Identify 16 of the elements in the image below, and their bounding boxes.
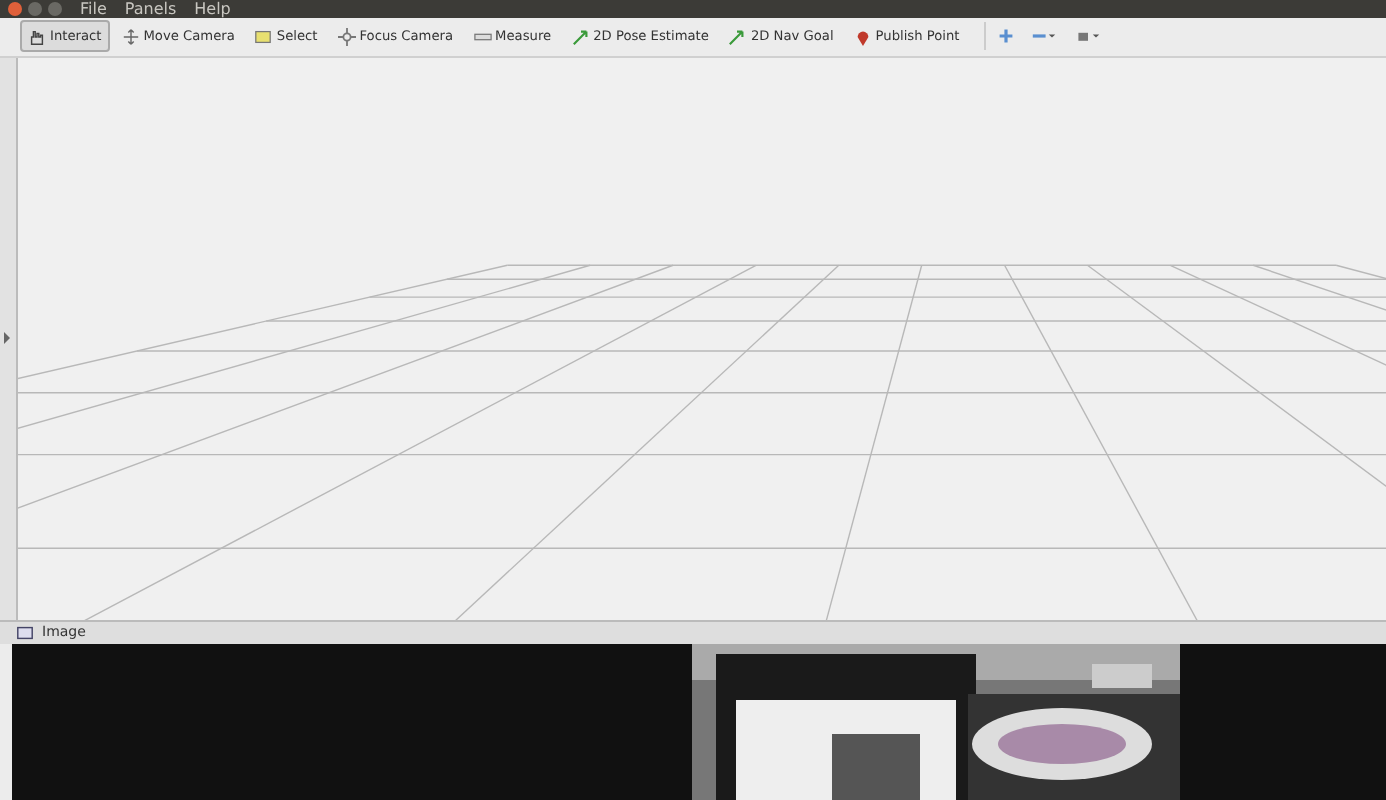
menu-item[interactable]: Help [194,0,231,18]
menu-item[interactable]: File [80,0,107,18]
move-icon [121,27,140,46]
selection-icon [254,27,273,46]
dock-handle[interactable] [0,57,18,620]
crosshair-icon [337,27,356,46]
menu-item[interactable]: Panels [124,0,177,18]
arrow-icon [728,27,747,46]
camera-dropdown-icon[interactable] [1073,28,1102,45]
close-button[interactable] [8,2,22,16]
minimize-button[interactable] [28,2,42,16]
maximize-button[interactable] [48,2,62,16]
monitor-icon [16,623,34,642]
pin-icon [853,27,872,46]
arrow-icon [571,27,590,46]
plus-icon[interactable] [997,28,1014,45]
